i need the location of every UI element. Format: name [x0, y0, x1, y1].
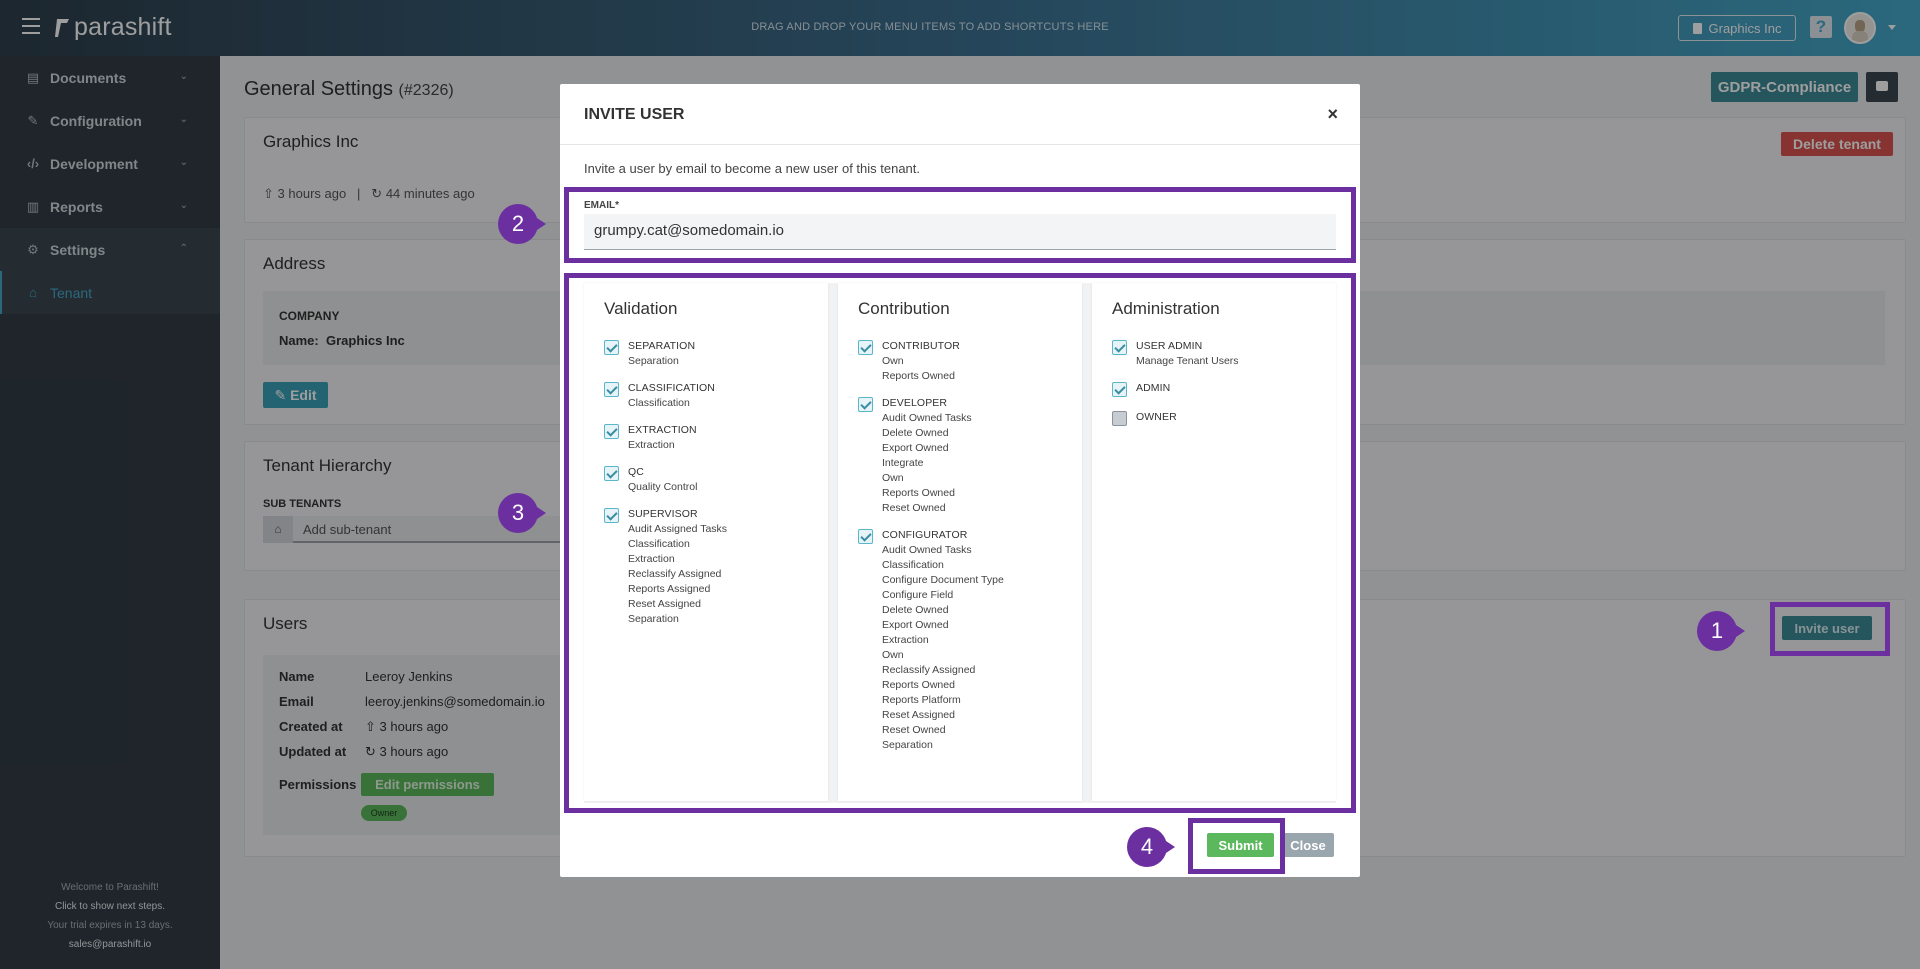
role-permission: Configure Field: [882, 589, 954, 601]
checkbox-checked[interactable]: [1112, 340, 1127, 355]
role-permission: Reports Owned: [882, 487, 955, 499]
checkbox-checked[interactable]: [858, 529, 873, 544]
role-permission: Reclassify Assigned: [882, 664, 976, 676]
checkbox-checked[interactable]: [1112, 382, 1127, 397]
role-permission: Reset Assigned: [882, 709, 955, 721]
role-column-contribution: Contribution CONTRIBUTOR Own Reports Owned…: [838, 283, 1082, 801]
submit-button[interactable]: Submit: [1207, 833, 1274, 857]
role-column-title: Validation: [604, 299, 678, 318]
role-permission: Delete Owned: [882, 604, 949, 616]
role-permission: Own: [882, 649, 904, 661]
close-button[interactable]: Close: [1282, 833, 1334, 857]
role-name: EXTRACTION: [628, 424, 697, 436]
role-permission: Reports Platform: [882, 694, 961, 706]
role-name: USER ADMIN: [1136, 340, 1203, 352]
role-permission: Separation: [882, 739, 933, 751]
role-permission: Classification: [628, 538, 690, 550]
role-name: QC: [628, 466, 644, 478]
step-number: 3: [511, 500, 525, 525]
role-permission: Reset Owned: [882, 502, 946, 514]
checkbox-checked[interactable]: [604, 466, 619, 481]
modal-intro: Invite a user by email to become a new u…: [584, 161, 921, 176]
role-name: ADMIN: [1136, 382, 1171, 394]
role-name: SUPERVISOR: [628, 508, 698, 520]
role-permission: Audit Owned Tasks: [882, 544, 972, 556]
role-name: CONTRIBUTOR: [882, 340, 960, 352]
role-name: CONFIGURATOR: [882, 529, 968, 541]
role-permission: Separation: [628, 355, 679, 367]
role-permission: Reclassify Assigned: [628, 568, 722, 580]
role-permission: Export Owned: [882, 619, 949, 631]
roles-panel: Validation SEPARATION Separation CLASSIFIC…: [584, 283, 1336, 803]
role-permission: Own: [882, 355, 904, 367]
role-name: OWNER: [1136, 411, 1177, 423]
role-column-title: Administration: [1112, 299, 1220, 318]
step-marker-4: 4: [1127, 827, 1175, 867]
invite-user-modal: INVITE USER × Invite a user by email to …: [560, 84, 1360, 877]
role-permission: Export Owned: [882, 442, 949, 454]
checkbox-checked[interactable]: [604, 424, 619, 439]
step-number: 1: [1710, 618, 1724, 643]
role-permission: Reports Assigned: [628, 583, 711, 595]
email-label: EMAIL*: [584, 200, 619, 211]
role-permission: Reset Assigned: [628, 598, 701, 610]
close-icon[interactable]: ×: [1327, 104, 1338, 125]
role-permission: Delete Owned: [882, 427, 949, 439]
role-column-title: Contribution: [858, 299, 950, 318]
checkbox-checked[interactable]: [604, 508, 619, 523]
role-permission: Integrate: [882, 457, 924, 469]
step-marker-2: 2: [498, 204, 546, 244]
role-permission: Quality Control: [628, 481, 698, 493]
modal-divider: [560, 144, 1360, 145]
role-permission: Reset Owned: [882, 724, 946, 736]
checkbox-checked[interactable]: [604, 340, 619, 355]
role-permission: Extraction: [628, 553, 675, 565]
role-permission: Separation: [628, 613, 679, 625]
role-column-validation: Validation SEPARATION Separation CLASSIFIC…: [584, 283, 828, 801]
modal-title: INVITE USER: [584, 106, 685, 123]
step-marker-1: 1: [1697, 611, 1745, 651]
role-permission: Extraction: [882, 634, 929, 646]
email-field[interactable]: grumpy.cat@somedomain.io: [584, 214, 1336, 250]
role-name: DEVELOPER: [882, 397, 948, 409]
checkbox-checked[interactable]: [604, 382, 619, 397]
role-permission: Configure Document Type: [882, 574, 1004, 586]
role-permission: Reports Owned: [882, 679, 955, 691]
role-permission: Classification: [882, 559, 944, 571]
role-name: SEPARATION: [628, 340, 696, 352]
checkbox-checked[interactable]: [858, 397, 873, 412]
role-permission: Reports Owned: [882, 370, 955, 382]
role-permission: Own: [882, 472, 904, 484]
role-permission: Extraction: [628, 439, 675, 451]
step-number: 2: [511, 211, 525, 236]
role-name: CLASSIFICATION: [628, 382, 715, 394]
step-marker-3: 3: [498, 493, 546, 533]
role-permission: Audit Owned Tasks: [882, 412, 972, 424]
checkbox-checked[interactable]: [858, 340, 873, 355]
role-permission: Manage Tenant Users: [1136, 355, 1239, 367]
role-permission: Classification: [628, 397, 690, 409]
checkbox-unchecked[interactable]: [1112, 411, 1127, 426]
role-permission: Audit Assigned Tasks: [628, 523, 728, 535]
step-number: 4: [1140, 834, 1154, 859]
role-column-administration: Administration USER ADMIN Manage Tenant U…: [1092, 283, 1336, 801]
